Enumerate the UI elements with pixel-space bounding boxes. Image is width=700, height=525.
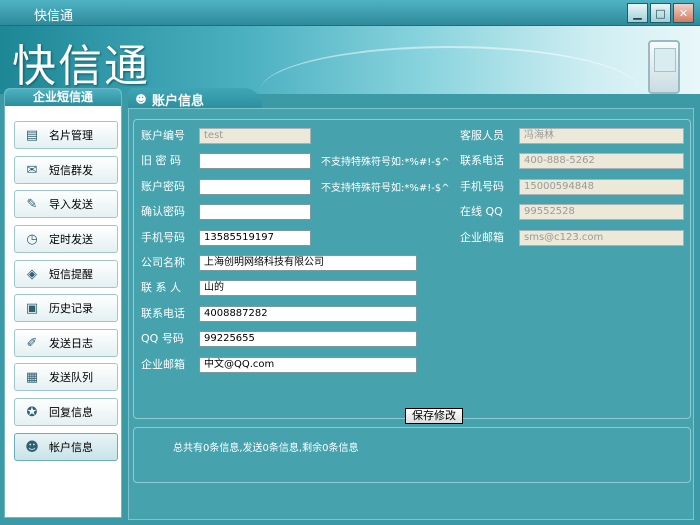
banner-decoration xyxy=(260,46,640,94)
contact-card-icon: ▤ xyxy=(25,127,39,143)
email-label: 企业邮箱 xyxy=(141,358,185,371)
email-field[interactable]: 中文@QQ.com xyxy=(199,357,417,373)
message-summary-box xyxy=(133,427,691,483)
service-phone-label: 联系电话 xyxy=(460,154,504,167)
service-mobile-field: 15000594848 xyxy=(519,179,684,195)
sidebar-item-reminder[interactable]: ◈ 短信提醒 xyxy=(14,260,118,288)
sidebar-item-import[interactable]: ✎ 导入发送 xyxy=(14,190,118,218)
window-controls: ▁ □ ✕ xyxy=(627,3,694,23)
account-panel: 账户编号 test 旧 密 码 不支持特殊符号如:*%#!-$^ 账户密码 不支… xyxy=(128,108,694,520)
contact-label: 联 系 人 xyxy=(141,281,181,294)
sidebar-heading: 企业短信通 xyxy=(5,89,121,106)
sidebar-item-history[interactable]: ▣ 历史记录 xyxy=(14,294,118,322)
sidebar-item-account[interactable]: ☻ 帐户信息 xyxy=(14,433,118,461)
phone-label: 联系电话 xyxy=(141,307,185,320)
old-password-label: 旧 密 码 xyxy=(141,154,181,167)
close-icon: ✕ xyxy=(678,6,689,20)
sidebar-item-label: 短信提醒 xyxy=(49,268,93,281)
confirm-password-label: 确认密码 xyxy=(141,205,185,218)
service-qq-label: 在线 QQ xyxy=(460,205,503,218)
broadcast-icon: ✉ xyxy=(26,162,38,178)
service-staff-label: 客服人员 xyxy=(460,129,504,142)
sidebar-item-broadcast[interactable]: ✉ 短信群发 xyxy=(14,156,118,184)
main-content: ☻ 账户信息 账户编号 test 旧 密 码 不支持特殊符号如:*%#!-$^ … xyxy=(128,88,696,520)
sidebar-item-label: 名片管理 xyxy=(49,129,93,142)
window-title: 快信通 xyxy=(34,9,74,24)
user-icon: ☻ xyxy=(135,92,147,106)
message-summary-text: 总共有0条信息,发送0条信息,剩余0条信息 xyxy=(173,443,359,454)
sidebar-item-label: 发送日志 xyxy=(49,337,93,350)
service-mobile-label: 手机号码 xyxy=(460,180,504,193)
old-password-hint: 不支持特殊符号如:*%#!-$^ xyxy=(321,157,450,168)
qq-label: QQ 号码 xyxy=(141,332,184,345)
tab-account-info[interactable]: ☻ 账户信息 xyxy=(128,88,262,110)
sidebar-item-send-log[interactable]: ✐ 发送日志 xyxy=(14,329,118,357)
user-icon: ☻ xyxy=(25,439,39,455)
confirm-password-field[interactable] xyxy=(199,204,311,220)
password-label: 账户密码 xyxy=(141,180,185,193)
contact-field[interactable]: 山的 xyxy=(199,280,417,296)
mobile-field[interactable]: 13585519197 xyxy=(199,230,311,246)
password-hint: 不支持特殊符号如:*%#!-$^ xyxy=(321,183,450,194)
password-field[interactable] xyxy=(199,179,311,195)
sidebar-item-replies[interactable]: ✪ 回复信息 xyxy=(14,398,118,426)
minimize-button[interactable]: ▁ xyxy=(627,3,648,23)
log-icon: ✐ xyxy=(26,335,38,351)
service-phone-field: 400-888-5262 xyxy=(519,153,684,169)
close-button[interactable]: ✕ xyxy=(673,3,694,23)
sidebar-item-label: 回复信息 xyxy=(49,406,93,419)
queue-icon: ▦ xyxy=(25,369,39,385)
sidebar-item-label: 定时发送 xyxy=(49,233,93,246)
qq-field[interactable]: 99225655 xyxy=(199,331,417,347)
tab-label: 账户信息 xyxy=(152,93,205,109)
sidebar: 企业短信通 ▤ 名片管理 ✉ 短信群发 ✎ 导入发送 ◷ 定时发送 ◈ 短信提醒… xyxy=(4,88,122,518)
old-password-field[interactable] xyxy=(199,153,311,169)
company-field[interactable]: 上海创明网络科技有限公司 xyxy=(199,255,417,271)
service-email-field: sms@c123.com xyxy=(519,230,684,246)
sidebar-item-label: 短信群发 xyxy=(49,164,93,177)
title-bar: 快信通 ▁ □ ✕ xyxy=(0,0,700,26)
phone-field[interactable]: 4008887282 xyxy=(199,306,417,322)
sidebar-item-label: 帐户信息 xyxy=(49,441,93,454)
sidebar-item-scheduled[interactable]: ◷ 定时发送 xyxy=(14,225,118,253)
app-banner: 快信通 xyxy=(0,26,700,94)
phone-graphic-icon xyxy=(648,40,680,94)
clock-icon: ◷ xyxy=(26,231,38,247)
save-changes-button[interactable]: 保存修改 xyxy=(405,408,463,424)
import-icon: ✎ xyxy=(26,196,38,212)
account-no-label: 账户编号 xyxy=(141,129,185,142)
reply-icon: ✪ xyxy=(26,404,38,420)
maximize-icon: □ xyxy=(655,6,666,20)
history-icon: ▣ xyxy=(25,300,39,316)
sidebar-item-label: 发送队列 xyxy=(49,371,93,384)
account-no-field: test xyxy=(199,128,311,144)
sidebar-item-label: 历史记录 xyxy=(49,302,93,315)
sidebar-item-send-queue[interactable]: ▦ 发送队列 xyxy=(14,363,118,391)
reminder-icon: ◈ xyxy=(27,266,37,282)
maximize-button[interactable]: □ xyxy=(650,3,671,23)
sidebar-item-contacts[interactable]: ▤ 名片管理 xyxy=(14,121,118,149)
service-email-label: 企业邮箱 xyxy=(460,231,504,244)
company-label: 公司名称 xyxy=(141,256,185,269)
sidebar-item-label: 导入发送 xyxy=(49,198,93,211)
minimize-icon: ▁ xyxy=(633,6,642,20)
service-qq-field: 99552528 xyxy=(519,204,684,220)
service-staff-field: 冯海林 xyxy=(519,128,684,144)
app-logo: 快信通 xyxy=(12,41,150,92)
mobile-label: 手机号码 xyxy=(141,231,185,244)
